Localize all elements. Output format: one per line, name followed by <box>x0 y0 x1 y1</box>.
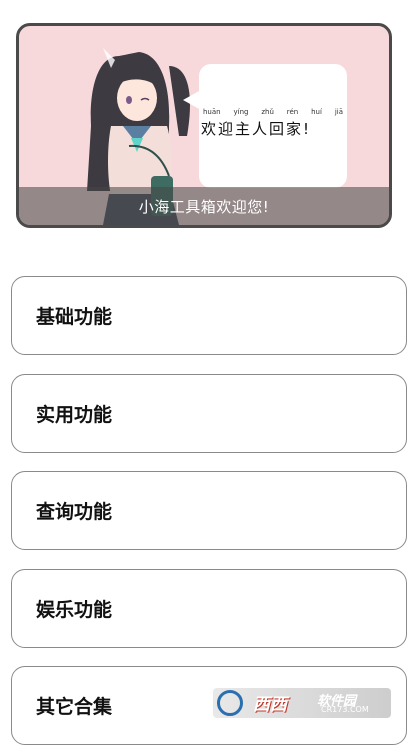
greeting-pinyin: huān yíng zhǔ rén huí jiā <box>203 108 343 116</box>
entertainment-functions-button[interactable]: 娱乐功能 <box>11 569 407 648</box>
pinyin-syllable: zhǔ <box>261 108 274 116</box>
greeting-text: 欢迎主人回家! <box>201 120 312 138</box>
menu-label: 其它合集 <box>36 696 113 718</box>
menu-label: 查询功能 <box>36 501 113 523</box>
query-functions-button[interactable]: 查询功能 <box>11 471 407 550</box>
practical-functions-button[interactable]: 实用功能 <box>11 374 407 453</box>
banner-caption: 小海工具箱欢迎您! <box>19 187 389 225</box>
menu-label: 基础功能 <box>36 306 113 328</box>
basic-functions-button[interactable]: 基础功能 <box>11 276 407 355</box>
watermark-icon <box>217 690 243 716</box>
watermark-brand: 西西 <box>253 695 287 715</box>
menu-label: 实用功能 <box>36 404 113 426</box>
pinyin-syllable: jiā <box>334 108 343 116</box>
welcome-banner: huān yíng zhǔ rén huí jiā 欢迎主人回家! 小海工具箱欢… <box>16 23 392 228</box>
watermark-url: CR173.COM <box>321 705 369 714</box>
watermark-logo: 西西 软件园 CR173.COM <box>213 688 391 718</box>
pinyin-syllable: huān <box>203 108 221 116</box>
pinyin-syllable: yíng <box>233 108 249 116</box>
menu-label: 娱乐功能 <box>36 599 113 621</box>
pinyin-syllable: rén <box>286 108 299 116</box>
pinyin-syllable: huí <box>311 108 322 116</box>
